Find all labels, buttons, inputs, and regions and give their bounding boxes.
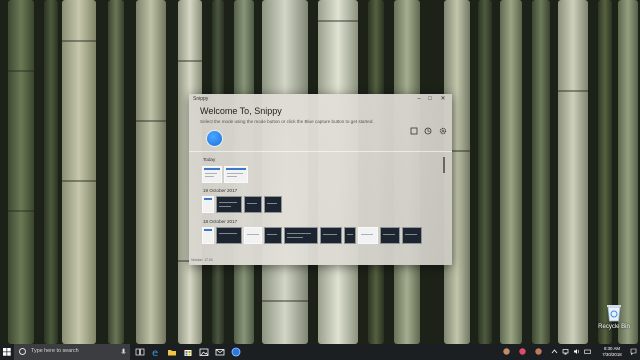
people-icon[interactable] xyxy=(519,348,526,355)
snip-thumbnail[interactable] xyxy=(344,227,356,244)
snip-thumbnail[interactable] xyxy=(202,166,222,183)
mail-icon[interactable] xyxy=(215,347,225,357)
taskbar: Type here to search e 8:30 AM 7/30/2018 xyxy=(0,344,640,360)
header-divider xyxy=(189,151,452,152)
people-icon[interactable] xyxy=(503,348,510,355)
mode-square-icon[interactable] xyxy=(410,127,418,135)
recycle-bin[interactable]: Recycle Bin xyxy=(594,302,634,342)
snip-thumbnail[interactable] xyxy=(264,196,282,213)
recycle-bin-icon xyxy=(607,305,621,322)
snip-thumbnail[interactable] xyxy=(244,196,262,213)
capture-button[interactable] xyxy=(207,131,222,146)
clock-time: 8:30 AM xyxy=(603,346,621,351)
svg-text:e: e xyxy=(152,348,158,357)
store-icon[interactable] xyxy=(183,347,193,357)
photos-icon[interactable] xyxy=(199,347,209,357)
history-clock-icon[interactable] xyxy=(424,127,432,135)
welcome-title: Welcome To, Snippy xyxy=(200,106,282,116)
snippy-icon[interactable] xyxy=(231,347,241,357)
snip-thumbnail[interactable] xyxy=(244,227,262,244)
maximize-button[interactable]: □ xyxy=(425,95,435,103)
group-label-19-october: 19 October 2017 xyxy=(203,188,238,193)
snip-thumbnail[interactable] xyxy=(358,227,378,244)
microphone-icon[interactable] xyxy=(121,348,126,356)
snip-thumbnail[interactable] xyxy=(202,196,214,213)
close-button[interactable]: ✕ xyxy=(438,95,448,103)
cortana-icon xyxy=(19,348,26,355)
snip-thumbnail[interactable] xyxy=(224,166,248,183)
minimize-button[interactable]: – xyxy=(414,95,424,103)
version-text: Version: 17.04 xyxy=(191,258,213,262)
group-label-today: Today xyxy=(203,157,216,162)
snip-thumbnail[interactable] xyxy=(202,227,214,244)
window-app-name: Snippy xyxy=(193,96,209,102)
people-icon[interactable] xyxy=(535,348,542,355)
clock-date: 7/30/2018 xyxy=(602,352,622,357)
vertical-scrollbar[interactable] xyxy=(443,157,445,173)
taskbar-search-box[interactable]: Type here to search xyxy=(14,344,130,360)
snip-thumbnail[interactable] xyxy=(264,227,282,244)
recycle-bin-label: Recycle Bin xyxy=(598,324,630,330)
file-explorer-icon[interactable] xyxy=(167,347,177,357)
snip-thumbnail[interactable] xyxy=(284,227,318,244)
keyboard-icon[interactable] xyxy=(584,348,591,355)
search-placeholder: Type here to search xyxy=(31,348,79,354)
welcome-subtitle: Select the mode using the mode button or… xyxy=(200,119,374,124)
snippy-window: Snippy – □ ✕ Welcome To, Snippy Select t… xyxy=(189,94,452,265)
edge-icon[interactable]: e xyxy=(151,347,161,357)
action-center-icon[interactable] xyxy=(630,348,637,355)
chevron-up-icon[interactable] xyxy=(551,348,558,355)
volume-icon[interactable] xyxy=(573,348,580,355)
window-titlebar[interactable]: Snippy – □ ✕ xyxy=(189,94,452,104)
snip-thumbnail[interactable] xyxy=(216,196,242,213)
task-view-icon[interactable] xyxy=(135,347,145,357)
snip-thumbnail[interactable] xyxy=(380,227,400,244)
snip-thumbnail[interactable] xyxy=(216,227,242,244)
snip-thumbnail[interactable] xyxy=(402,227,422,244)
settings-gear-icon[interactable] xyxy=(439,127,447,135)
taskbar-clock[interactable]: 8:30 AM 7/30/2018 xyxy=(598,346,626,358)
network-icon[interactable] xyxy=(562,348,569,355)
group-label-18-october: 18 October 2017 xyxy=(203,219,238,224)
snip-thumbnail[interactable] xyxy=(320,227,342,244)
windows-start-icon[interactable] xyxy=(0,344,14,360)
